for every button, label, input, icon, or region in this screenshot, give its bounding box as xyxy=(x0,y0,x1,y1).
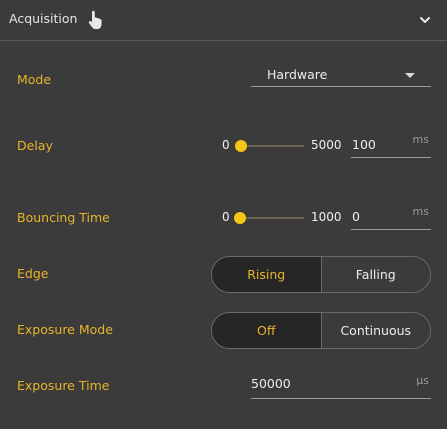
panel-title: Acquisition xyxy=(9,11,78,26)
chevron-down-icon[interactable] xyxy=(418,14,432,26)
panel-header[interactable]: Acquisition xyxy=(0,0,447,41)
caret-down-icon xyxy=(405,73,415,78)
mode-select[interactable]: Hardware xyxy=(251,62,431,87)
edge-label: Edge xyxy=(17,266,49,281)
mode-label: Mode xyxy=(17,72,52,87)
bouncing-time-label: Bouncing Time xyxy=(17,210,110,225)
exposure-mode-option-continuous[interactable]: Continuous xyxy=(321,313,430,348)
bouncing-time-slider-track[interactable] xyxy=(234,212,304,224)
delay-slider-track[interactable] xyxy=(235,140,304,152)
exposure-mode-label: Exposure Mode xyxy=(17,322,113,337)
delay-unit: ms xyxy=(412,133,429,146)
delay-input-value: 100 xyxy=(352,137,376,152)
delay-slider-thumb[interactable] xyxy=(235,140,247,152)
exposure-time-label: Exposure Time xyxy=(17,378,110,393)
hand-pointer-icon xyxy=(88,10,102,30)
delay-slider-max: 5000 xyxy=(311,138,342,152)
delay-label: Delay xyxy=(17,138,53,153)
delay-slider-min: 0 xyxy=(222,138,230,152)
bouncing-time-slider-max: 1000 xyxy=(311,210,342,224)
exposure-time-input-value: 50000 xyxy=(251,376,291,391)
exposure-time-input[interactable]: 50000 µs xyxy=(251,374,431,399)
bouncing-time-slider-min: 0 xyxy=(222,210,230,224)
exposure-mode-toggle-group: Off Continuous xyxy=(211,312,431,349)
bouncing-time-input-value: 0 xyxy=(352,209,360,224)
acquisition-panel: Acquisition Mode Hardware Delay 0 5000 1… xyxy=(0,0,447,429)
bouncing-time-unit: ms xyxy=(412,205,429,218)
edge-option-falling[interactable]: Falling xyxy=(321,257,430,292)
bouncing-time-input[interactable]: 0 ms xyxy=(351,205,431,230)
exposure-time-unit: µs xyxy=(416,374,429,387)
edge-option-rising[interactable]: Rising xyxy=(212,257,322,292)
delay-input[interactable]: 100 ms xyxy=(351,133,431,158)
edge-toggle-group: Rising Falling xyxy=(211,256,431,293)
mode-select-value: Hardware xyxy=(267,67,328,82)
bouncing-time-slider-thumb[interactable] xyxy=(234,212,246,224)
exposure-mode-option-off[interactable]: Off xyxy=(212,313,322,348)
